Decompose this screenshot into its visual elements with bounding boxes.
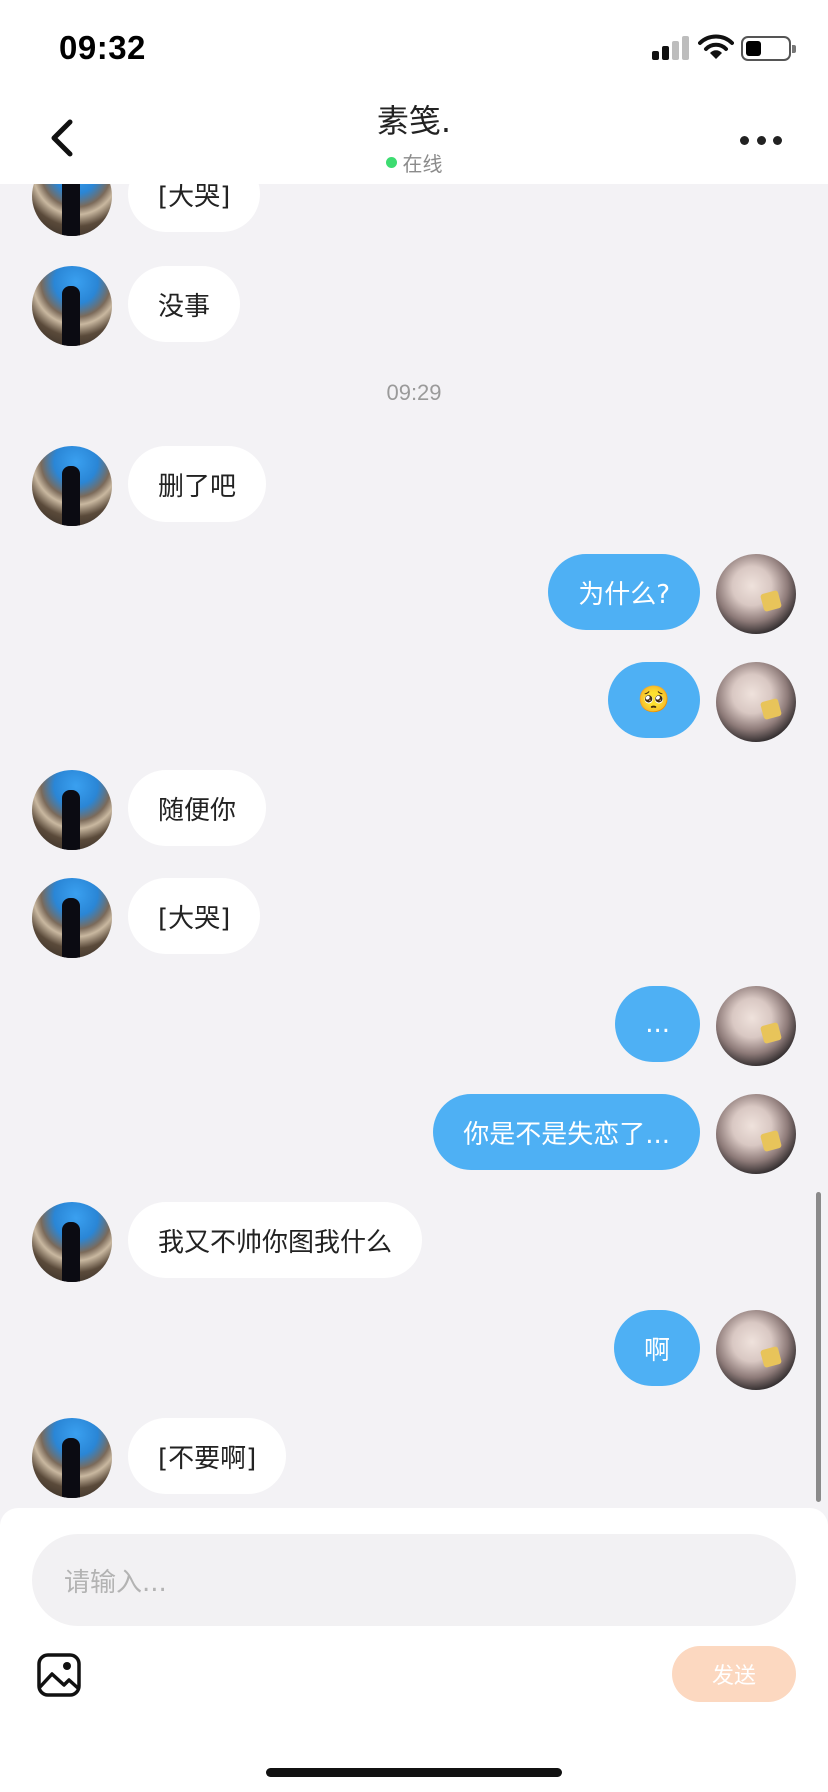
- status-time: 09:32: [59, 29, 146, 66]
- message-row: 🥺: [0, 662, 828, 742]
- message-row: 为什么?: [0, 554, 828, 634]
- message-bubble[interactable]: 🥺: [607, 662, 700, 738]
- contact-name: 素笺.: [376, 102, 452, 140]
- more-options-icon[interactable]: [740, 136, 782, 148]
- status-bar: 09:32: [0, 0, 828, 92]
- message-bubble[interactable]: 为什么?: [548, 554, 700, 630]
- message-row: [不要啊]: [0, 1418, 828, 1498]
- online-status-label: 在线: [402, 152, 443, 176]
- message-bubble[interactable]: 你是不是失恋了...: [433, 1094, 700, 1170]
- contact-avatar[interactable]: [32, 266, 112, 346]
- message-row: 没事: [0, 266, 828, 346]
- message-bubble[interactable]: [大哭]: [128, 184, 261, 232]
- message-bubble[interactable]: 删了吧: [128, 446, 267, 522]
- message-bubble[interactable]: ...: [615, 986, 700, 1062]
- message-row: 你是不是失恋了...: [0, 1094, 828, 1174]
- message-timestamp: 09:29: [386, 380, 442, 405]
- message-bubble[interactable]: 啊: [613, 1310, 700, 1386]
- contact-avatar[interactable]: [32, 878, 112, 958]
- contact-avatar[interactable]: [32, 1418, 112, 1498]
- contact-avatar[interactable]: [32, 1202, 112, 1282]
- wifi-icon: [698, 34, 734, 59]
- contact-info: 素笺. 在线: [0, 96, 828, 177]
- my-avatar[interactable]: [716, 1310, 796, 1390]
- online-status: 在线: [0, 148, 828, 177]
- my-avatar[interactable]: [716, 662, 796, 742]
- message-row: [大哭]: [0, 184, 828, 236]
- chat-header: 素笺. 在线: [0, 92, 828, 184]
- contact-avatar[interactable]: [32, 184, 112, 236]
- message-row: ...: [0, 986, 828, 1066]
- message-bubble[interactable]: [不要啊]: [128, 1418, 287, 1494]
- scrollbar[interactable]: [816, 1192, 821, 1502]
- message-bubble[interactable]: 没事: [128, 266, 241, 342]
- cellular-signal-icon: [652, 36, 690, 60]
- image-picker-icon[interactable]: [36, 1652, 82, 1698]
- online-dot-icon: [385, 157, 397, 168]
- message-input[interactable]: 请输入...: [32, 1534, 796, 1626]
- message-bubble[interactable]: 我又不帅你图我什么: [128, 1202, 423, 1278]
- my-avatar[interactable]: [716, 554, 796, 634]
- message-row: 啊: [0, 1310, 828, 1390]
- message-list[interactable]: [大哭] 没事 09:29 删了吧 为什么? 🥺 随便你 [大哭] ... 你是…: [0, 184, 828, 1508]
- composer: 请输入... 发送: [0, 1508, 828, 1792]
- message-row: 删了吧: [0, 446, 828, 526]
- home-indicator[interactable]: [266, 1768, 562, 1777]
- send-button[interactable]: 发送: [672, 1646, 796, 1702]
- my-avatar[interactable]: [716, 1094, 796, 1174]
- message-row: 随便你: [0, 770, 828, 850]
- contact-avatar[interactable]: [32, 770, 112, 850]
- battery-icon: [741, 36, 796, 61]
- contact-avatar[interactable]: [32, 446, 112, 526]
- message-row: 我又不帅你图我什么: [0, 1202, 828, 1282]
- my-avatar[interactable]: [716, 986, 796, 1066]
- message-bubble[interactable]: 随便你: [128, 770, 267, 846]
- message-row: [大哭]: [0, 878, 828, 958]
- message-bubble[interactable]: [大哭]: [128, 878, 261, 954]
